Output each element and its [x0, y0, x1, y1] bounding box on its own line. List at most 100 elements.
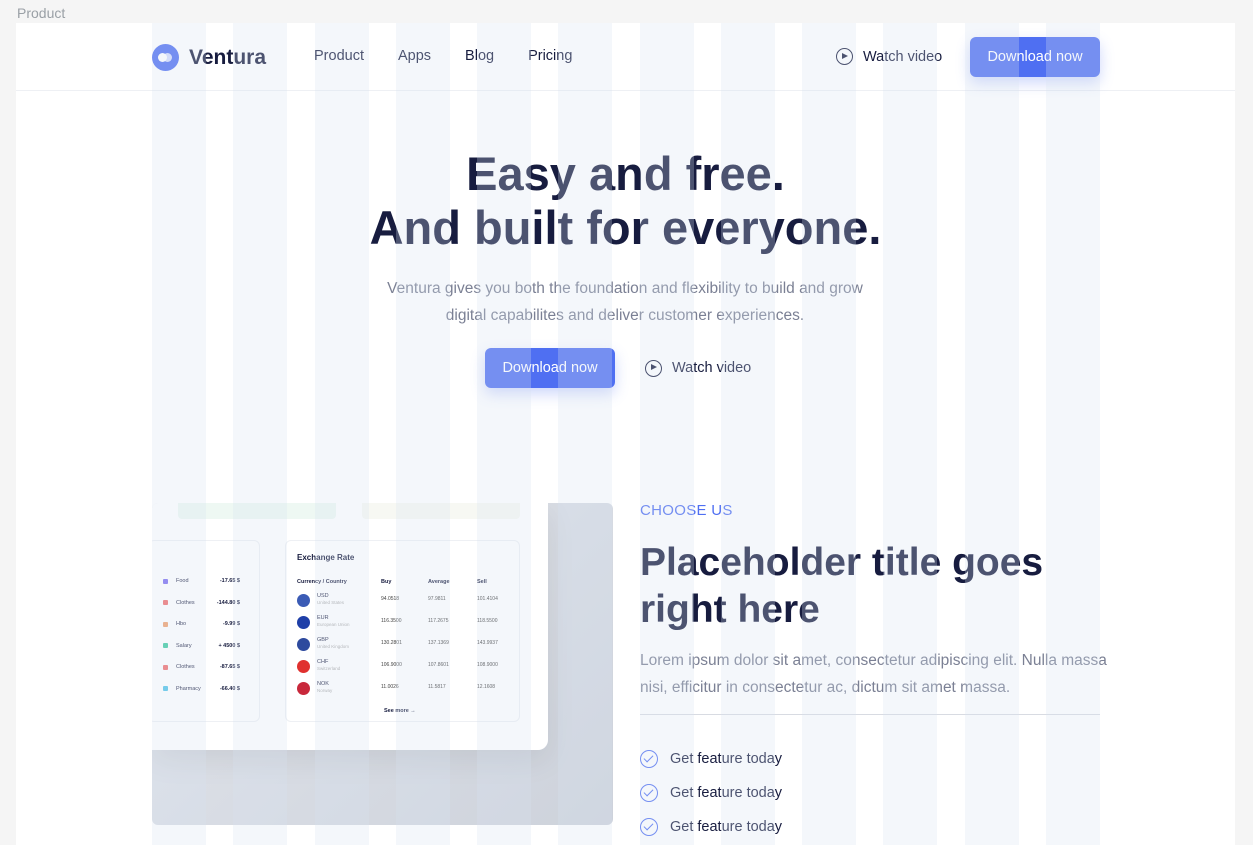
transaction-row: Salary + 4500 $: [163, 640, 243, 652]
hero-actions: Download now Watch video: [485, 348, 751, 388]
rate-sell: 108.9000: [477, 662, 498, 668]
transaction-amount: -9.99 $: [222, 621, 240, 627]
rate-average: 11.5817: [428, 684, 446, 690]
transaction-name: Hbo: [176, 621, 187, 627]
play-circle-icon: [645, 359, 662, 377]
transaction-amount: -66.40 $: [219, 685, 240, 692]
exchange-row: CHF Switzerland 106.9000 107.8601 108.9000: [297, 659, 512, 677]
flag-icon: [297, 594, 310, 607]
feature-label: Get feature today: [670, 785, 783, 801]
page-frame: Ventura Product Apps Blog Pricing Watch …: [16, 23, 1235, 845]
feature-item: Get feature today: [640, 810, 782, 844]
currency-code: NOK: [317, 681, 329, 687]
category-icon: [163, 578, 168, 584]
rate-sell: 118.5500: [477, 618, 498, 624]
hero-watch-video-link[interactable]: Watch video: [645, 359, 752, 377]
transaction-amount: -87.65 $: [219, 664, 240, 670]
rate-average: 137.1369: [428, 640, 449, 646]
currency-code: GBP: [317, 637, 329, 643]
hero-subtitle-line-1: Ventura gives you both the foundation an…: [387, 280, 863, 297]
flag-icon: [297, 638, 310, 651]
nav-item-apps[interactable]: Apps: [398, 48, 431, 64]
category-icon: [163, 643, 168, 648]
transaction-row: Pharmacy -66.40 $: [163, 683, 243, 695]
feature-label: Get feature today: [670, 819, 783, 835]
rate-buy: 11.0026: [381, 684, 399, 690]
see-more-link: See more →: [384, 708, 416, 714]
rate-average: 117.2675: [428, 618, 449, 624]
exchange-rate-title: Exchange Rate: [297, 553, 355, 562]
app-mockup-image: Food -17.65 $ Clothes -144.80 $ Hbo -9.99 $ Sa…: [152, 503, 613, 825]
section-title: Placeholder title goes right here: [640, 541, 1044, 631]
nav-download-button[interactable]: Download now: [970, 37, 1100, 77]
hero-download-button[interactable]: Download now: [485, 348, 615, 388]
rate-sell: 12.1608: [477, 684, 496, 690]
brand-logo[interactable]: Ventura: [152, 44, 266, 71]
transaction-row: Clothes -87.65 $: [163, 661, 243, 673]
exchange-rate-panel: Exchange Rate Currency / Country Buy Ave…: [285, 540, 520, 722]
transaction-amount: -144.80 $: [216, 599, 240, 606]
section-divider: [640, 714, 1100, 715]
rate-average: 97.9811: [428, 596, 446, 602]
transaction-row: Clothes -144.80 $: [163, 597, 243, 609]
currency-code: CHF: [317, 659, 329, 665]
feature-item: Get feature today: [640, 742, 782, 776]
transaction-row: Hbo -9.99 $: [163, 618, 243, 630]
rate-buy: 130.2801: [381, 640, 402, 646]
feature-list: Get feature today Get feature today Get …: [640, 742, 782, 844]
main-menu: Product Apps Blog Pricing: [314, 48, 572, 64]
transaction-name: Clothes: [176, 599, 195, 606]
exchange-header-buy: Buy: [381, 579, 392, 585]
transaction-row: Food -17.65 $: [163, 575, 243, 587]
rate-sell: 143.9937: [477, 640, 498, 646]
currency-country: United States: [317, 600, 345, 605]
hero-title-line-2: And built for everyone.: [369, 201, 882, 254]
currency-country: Norway: [317, 688, 333, 693]
mockup-screen: Food -17.65 $ Clothes -144.80 $ Hbo -9.99 $ Sa…: [152, 503, 548, 750]
transaction-name: Food: [176, 578, 189, 584]
exchange-row: EUR European Union 116.3500 117.2675 118.550…: [297, 615, 512, 633]
flag-icon: [297, 616, 310, 629]
nav-watch-video-link[interactable]: Watch video: [836, 48, 942, 65]
top-nav: Ventura Product Apps Blog Pricing Watch …: [16, 23, 1235, 91]
feature-label: Get feature today: [670, 751, 783, 767]
frame-label: Product: [17, 5, 66, 21]
currency-country: Switzerland: [317, 666, 341, 671]
transaction-name: Salary: [176, 642, 192, 649]
rate-buy: 94.0518: [381, 596, 400, 602]
nav-item-blog[interactable]: Blog: [465, 48, 494, 64]
exchange-row: NOK Norway 11.0026 11.5817 12.1608: [297, 681, 512, 699]
hero-title-line-1: Easy and free.: [466, 147, 785, 200]
flag-icon: [297, 682, 310, 695]
currency-code: USD: [317, 593, 329, 599]
rate-sell: 101.4104: [477, 596, 498, 602]
hero-title: Easy and free. And built for everyone.: [16, 147, 1235, 255]
flag-icon: [297, 660, 310, 673]
currency-country: European Union: [317, 622, 350, 627]
rate-average: 107.8601: [428, 662, 449, 668]
category-icon: [163, 621, 168, 627]
transaction-name: Clothes: [176, 664, 195, 670]
category-icon: [163, 600, 168, 605]
brand-name: Ventura: [189, 45, 267, 69]
feature-item: Get feature today: [640, 776, 782, 810]
hero-subtitle-line-2: digital capabilites and deliver customer…: [445, 307, 805, 324]
hero-subtitle: Ventura gives you both the foundation an…: [355, 275, 895, 329]
currency-country: United Kingdom: [317, 644, 350, 649]
nav-item-pricing[interactable]: Pricing: [528, 48, 572, 64]
check-circle-icon: [640, 818, 658, 836]
rate-buy: 116.3500: [381, 618, 402, 624]
rate-buy: 106.9000: [381, 662, 402, 668]
transaction-amount: -17.65 $: [219, 578, 240, 584]
nav-item-product[interactable]: Product: [314, 48, 364, 64]
play-circle-icon: [836, 48, 853, 65]
section-text: Lorem ipsum dolor sit amet, consectetur …: [640, 652, 1107, 696]
exchange-header-average: Average: [428, 579, 450, 585]
hero-watch-video-label: Watch video: [672, 360, 752, 376]
logo-icon: [152, 44, 179, 71]
transaction-name: Pharmacy: [176, 685, 201, 692]
currency-code: EUR: [317, 615, 329, 621]
transaction-amount: + 4500 $: [218, 642, 240, 649]
transactions-panel: Food -17.65 $ Clothes -144.80 $ Hbo -9.99 $ Sa…: [152, 540, 260, 722]
exchange-header-currency: Currency / Country: [297, 579, 347, 585]
